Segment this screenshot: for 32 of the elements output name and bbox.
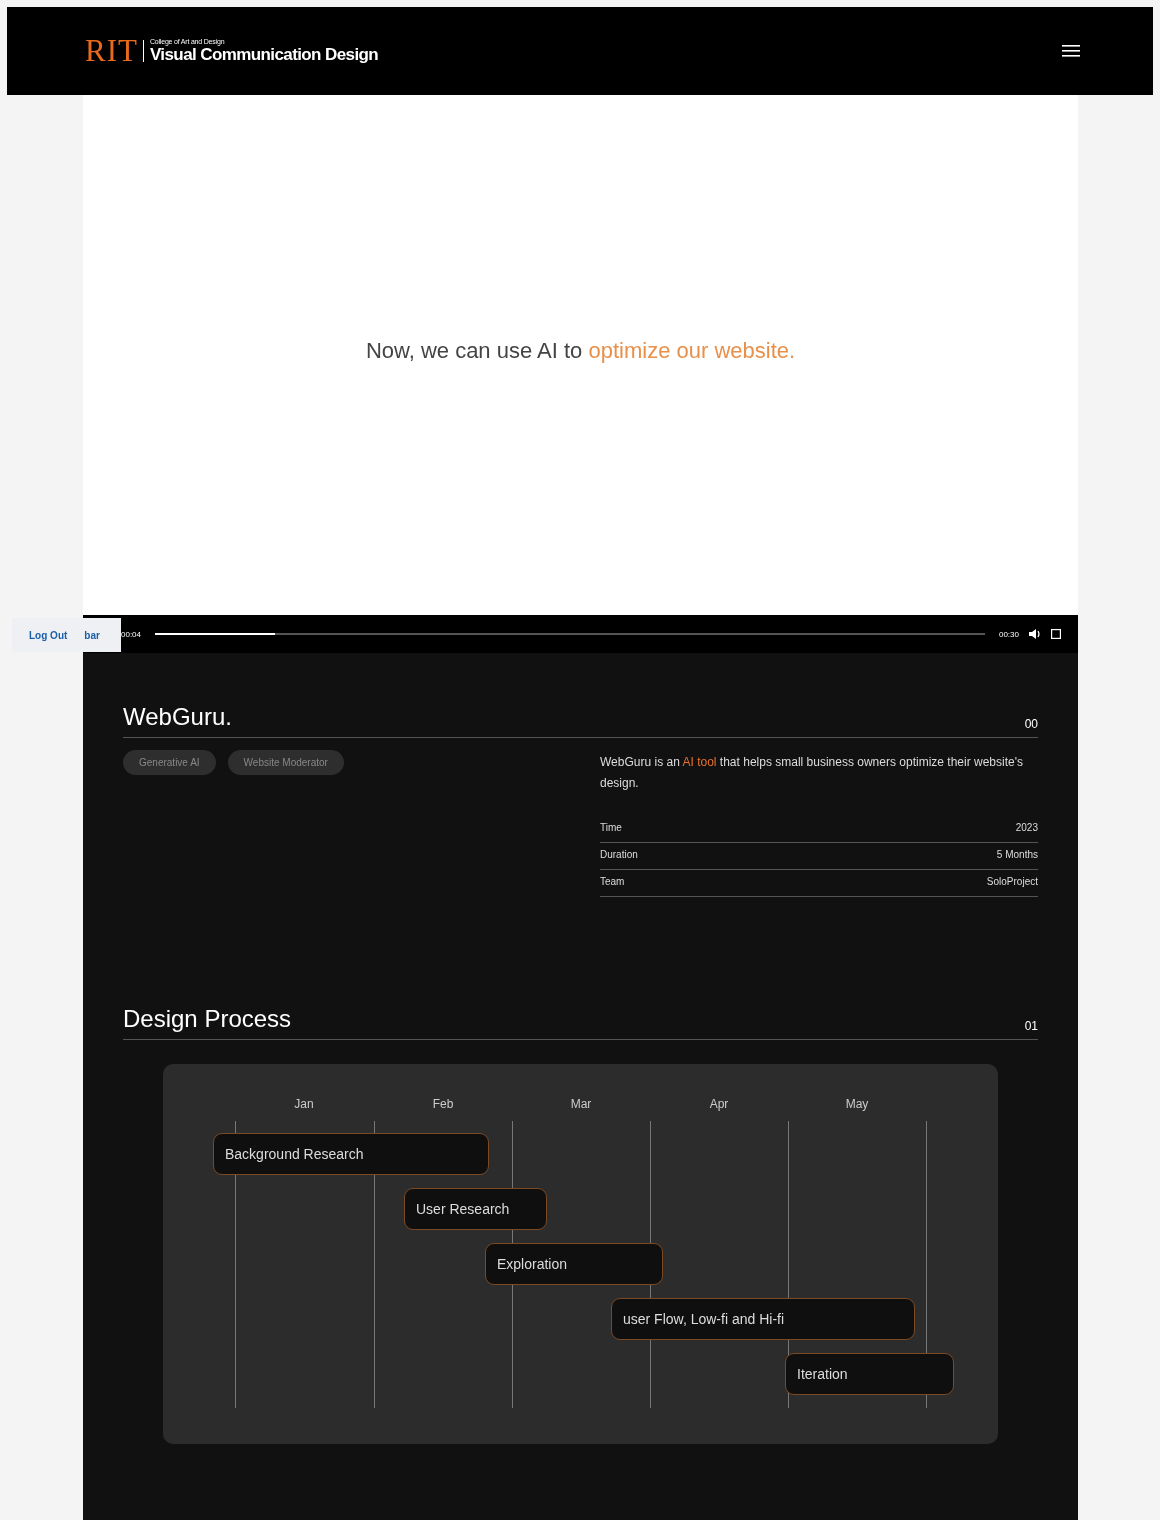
project-title: WebGuru. bbox=[123, 703, 232, 731]
timeline-task: User Research bbox=[404, 1188, 547, 1230]
fact-value: 5 Months bbox=[996, 849, 1038, 860]
project-description: WebGuru is an AI tool that helps small business owners optimize their website's design. bbox=[600, 754, 1024, 792]
section-number: 00 bbox=[1024, 717, 1038, 731]
timeline-task: user Flow, Low-fi and Hi-fi bbox=[611, 1298, 915, 1340]
logo[interactable]: RIT bbox=[85, 33, 138, 69]
fact-label: Duration bbox=[600, 849, 638, 860]
total-time: 00:30 bbox=[998, 629, 1019, 639]
current-time: 00:04 bbox=[121, 629, 142, 639]
timeline-task: Background Research bbox=[213, 1133, 489, 1175]
menu-icon[interactable] bbox=[1062, 45, 1080, 57]
fact-label: Team bbox=[600, 876, 625, 887]
month-label: Feb bbox=[431, 1097, 455, 1111]
tag-chip: Website Moderator bbox=[227, 750, 344, 775]
fact-value: 2023 bbox=[1015, 822, 1038, 833]
admin-link[interactable]: bar bbox=[84, 629, 100, 641]
fact-value: SoloProject bbox=[986, 876, 1038, 887]
volume-icon[interactable] bbox=[1029, 629, 1041, 639]
hero-heading: Now, we can use AI to optimize our website. bbox=[365, 338, 796, 364]
timeline-task: Iteration bbox=[785, 1353, 954, 1395]
tag-chip: Generative AI bbox=[123, 750, 216, 775]
month-label: May bbox=[844, 1097, 870, 1111]
section-title: Design Process bbox=[123, 1005, 292, 1033]
admin-link[interactable]: Log Out bbox=[29, 629, 68, 641]
timeline-task: Exploration bbox=[485, 1243, 663, 1285]
month-label: Jan bbox=[293, 1097, 315, 1111]
fact-label: Time bbox=[600, 822, 622, 833]
section-number: 01 bbox=[1024, 1019, 1038, 1033]
month-label: Mar bbox=[569, 1097, 593, 1111]
month-label: Apr bbox=[708, 1097, 730, 1111]
fullscreen-icon[interactable] bbox=[1051, 629, 1061, 639]
